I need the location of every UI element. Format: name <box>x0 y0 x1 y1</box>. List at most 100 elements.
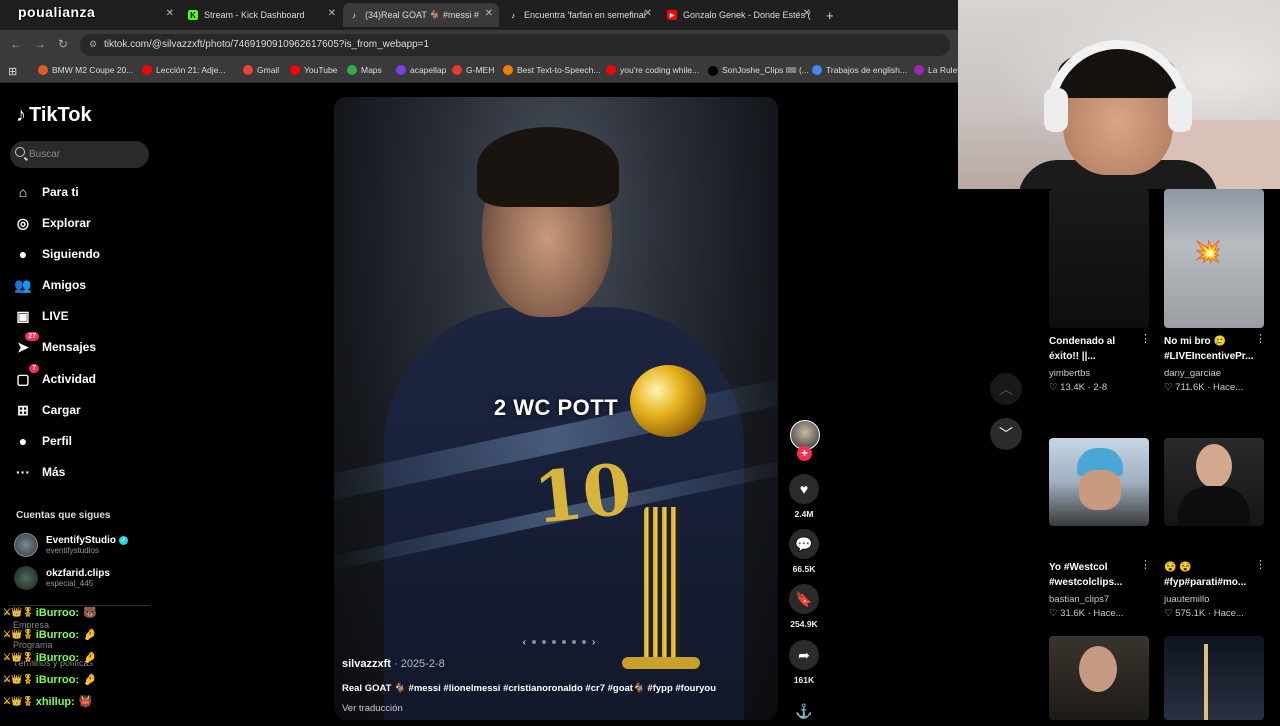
more-options-icon[interactable]: ⋮ <box>1140 558 1151 571</box>
video-player[interactable]: 10 2 WC POTT ‹ › silvazzxft · 2025-2-8 R… <box>334 97 778 720</box>
bookmark-item[interactable]: Lección 21: Adje... <box>142 65 225 75</box>
share-icon[interactable]: ➦ <box>789 640 819 670</box>
nav-item-siguiendo[interactable]: ● Siguiendo <box>14 245 100 263</box>
bookmark-item[interactable]: YouTube <box>290 65 337 75</box>
more-options-icon[interactable]: ⋮ <box>1255 558 1266 571</box>
carousel-dot[interactable] <box>532 640 536 644</box>
video-thumbnail[interactable] <box>1049 636 1149 720</box>
translate-link[interactable]: Ver traducción <box>342 703 403 714</box>
video-thumbnail[interactable]: 💥 <box>1164 189 1264 328</box>
chat-text: 🐻 <box>83 607 97 619</box>
more-icon: ··· <box>16 464 30 480</box>
grid-video-title[interactable]: Condenado al éxito!! ||... <box>1049 334 1144 364</box>
browser-tab-tiktok-active[interactable]: ♪ (34)Real GOAT 🐐 #messi # ✕ <box>343 3 499 27</box>
back-icon[interactable]: ← <box>10 37 22 51</box>
bookmark-item[interactable]: Best Text-to-Speech... <box>503 65 600 75</box>
following-account[interactable]: okzfarid.clips especial_445 <box>14 566 110 590</box>
footer-link[interactable]: Programa <box>13 640 53 650</box>
messages-icon: ➤ 27 <box>14 332 39 356</box>
url-field[interactable]: ⚙ tiktok.com/@silvazzxft/photo/746919091… <box>80 34 950 56</box>
heart-icon[interactable]: ♥ <box>789 474 819 504</box>
bookmark-item[interactable]: Trabajos de english... <box>812 65 907 75</box>
video-caption-text: 2 WC POTT <box>493 395 619 420</box>
nav-item-para-ti[interactable]: ⌂ Para ti <box>14 183 79 201</box>
carousel-dot[interactable] <box>552 640 556 644</box>
bookmark-item[interactable]: La Ruleta <box>914 65 964 75</box>
carousel-dot[interactable] <box>572 640 576 644</box>
carousel-dot[interactable] <box>562 640 566 644</box>
bookmark-item[interactable]: Gmail <box>243 65 279 75</box>
share-button[interactable]: ➦ 161K <box>789 640 819 685</box>
nav-item-amigos[interactable]: 👥 Amigos <box>14 276 86 294</box>
close-tab-icon[interactable]: ✕ <box>485 8 493 19</box>
carousel-next-icon[interactable]: › <box>592 637 595 648</box>
following-account[interactable]: EventifyStudio ✓ eventifystudios <box>14 533 129 557</box>
stream-overlay-title: poualianza <box>18 4 96 20</box>
browser-tab-youtube[interactable]: ▶ Gonzalo Genek - Donde Estés ( ✕ <box>661 3 817 27</box>
bookmark-item[interactable]: you're coding while... <box>606 65 699 75</box>
carousel-prev-icon[interactable]: ‹ <box>523 637 526 648</box>
grid-video-author[interactable]: yimbertbs <box>1049 368 1090 379</box>
search-input[interactable]: Buscar <box>10 141 149 168</box>
comment-icon[interactable]: 💬 <box>789 529 819 559</box>
following-icon: ● <box>18 246 28 262</box>
grid-video-title[interactable]: No mi bro 🥲 #LIVEIncentivePr... <box>1164 334 1259 364</box>
carousel-indicator[interactable]: ‹ › <box>504 637 614 648</box>
new-tab-button[interactable]: + <box>820 3 840 27</box>
tiktok-logo[interactable]: ♪ TikTok <box>16 104 92 127</box>
home-icon: ⌂ <box>18 184 28 200</box>
grid-video-author[interactable]: dany_garciae <box>1164 368 1221 379</box>
browser-tab-tiktok-2[interactable]: ♪ Encuentra 'farfan en semefinal ✕ <box>502 3 658 27</box>
music-disc[interactable]: ⚓ <box>789 696 819 726</box>
nav-item-actividad[interactable]: ▢ 7 Actividad <box>14 364 96 388</box>
activity-icon: ▢ 7 <box>14 364 39 388</box>
apps-grid-icon[interactable]: ⊞ <box>8 65 17 78</box>
grid-video-title[interactable]: Yo #Westcol #westcolclips... <box>1049 560 1144 590</box>
nav-item-live[interactable]: ▣ LIVE <box>14 307 68 325</box>
close-tab-icon[interactable]: ✕ <box>328 8 336 19</box>
video-thumbnail[interactable] <box>1164 438 1264 526</box>
site-info-icon[interactable]: ⚙ <box>89 39 97 50</box>
follow-plus-icon[interactable]: + <box>797 446 812 461</box>
grid-video-stats: ♡ 711.6K · Hace... <box>1164 382 1244 393</box>
comment-button[interactable]: 💬 66.5K <box>789 529 819 574</box>
grid-video-author[interactable]: bastian_clips7 <box>1049 594 1109 605</box>
nav-item-cargar[interactable]: ⊞ Cargar <box>14 401 81 419</box>
bookmark-item[interactable]: Maps <box>347 65 382 75</box>
video-thumbnail[interactable] <box>1049 189 1149 328</box>
bookmark-icon[interactable]: 🔖 <box>789 584 819 614</box>
more-options-icon[interactable]: ⋮ <box>1140 332 1151 345</box>
close-tab-icon[interactable]: ✕ <box>166 8 174 19</box>
carousel-dot[interactable] <box>542 640 546 644</box>
bookmark-item[interactable]: acapellap <box>396 65 446 75</box>
previous-video-button[interactable]: ︿ <box>990 373 1022 405</box>
bookmark-item[interactable]: BMW M2 Coupe 20... <box>38 65 133 75</box>
reload-icon[interactable]: ↻ <box>58 37 68 51</box>
video-thumbnail[interactable] <box>1164 636 1264 720</box>
face-shape <box>1196 444 1232 488</box>
nav-item-más[interactable]: ··· Más <box>14 463 65 481</box>
video-thumbnail[interactable] <box>1049 438 1149 526</box>
carousel-dot[interactable] <box>582 640 586 644</box>
grid-video-title[interactable]: 😵 😵 #fyp#parati#mo... <box>1164 560 1259 590</box>
chevron-down-icon: ﹀ <box>999 426 1013 442</box>
webcam-feed <box>958 0 1280 189</box>
nav-item-explorar[interactable]: ◎ Explorar <box>14 214 91 232</box>
forward-icon[interactable]: → <box>34 37 46 51</box>
like-button[interactable]: ♥ 2.4M <box>789 474 819 519</box>
music-disc-icon[interactable]: ⚓ <box>789 696 819 726</box>
nav-item-perfil[interactable]: ● Perfil <box>14 432 72 450</box>
bookmark-item[interactable]: SonJoshe_Clips 🎟 (... <box>708 65 809 76</box>
more-options-icon[interactable]: ⋮ <box>1255 332 1266 345</box>
close-tab-icon[interactable]: ✕ <box>803 8 811 19</box>
browser-tab-kick[interactable]: K Stream - Kick Dashboard ✕ <box>182 3 342 27</box>
chat-message: ⚔👑🎖 iBurroo: 🤌 <box>3 651 97 665</box>
nav-item-mensajes[interactable]: ➤ 27 Mensajes <box>14 332 96 356</box>
close-tab-icon[interactable]: ✕ <box>644 8 652 19</box>
chat-username: xhillup: <box>35 695 75 708</box>
save-button[interactable]: 🔖 254.9K <box>789 584 819 629</box>
video-author[interactable]: silvazzxft · 2025-2-8 <box>342 658 445 670</box>
next-video-button[interactable]: ﹀ <box>990 418 1022 450</box>
bookmark-item[interactable]: G-MEH <box>452 65 494 75</box>
grid-video-author[interactable]: juautemillo <box>1164 594 1209 605</box>
